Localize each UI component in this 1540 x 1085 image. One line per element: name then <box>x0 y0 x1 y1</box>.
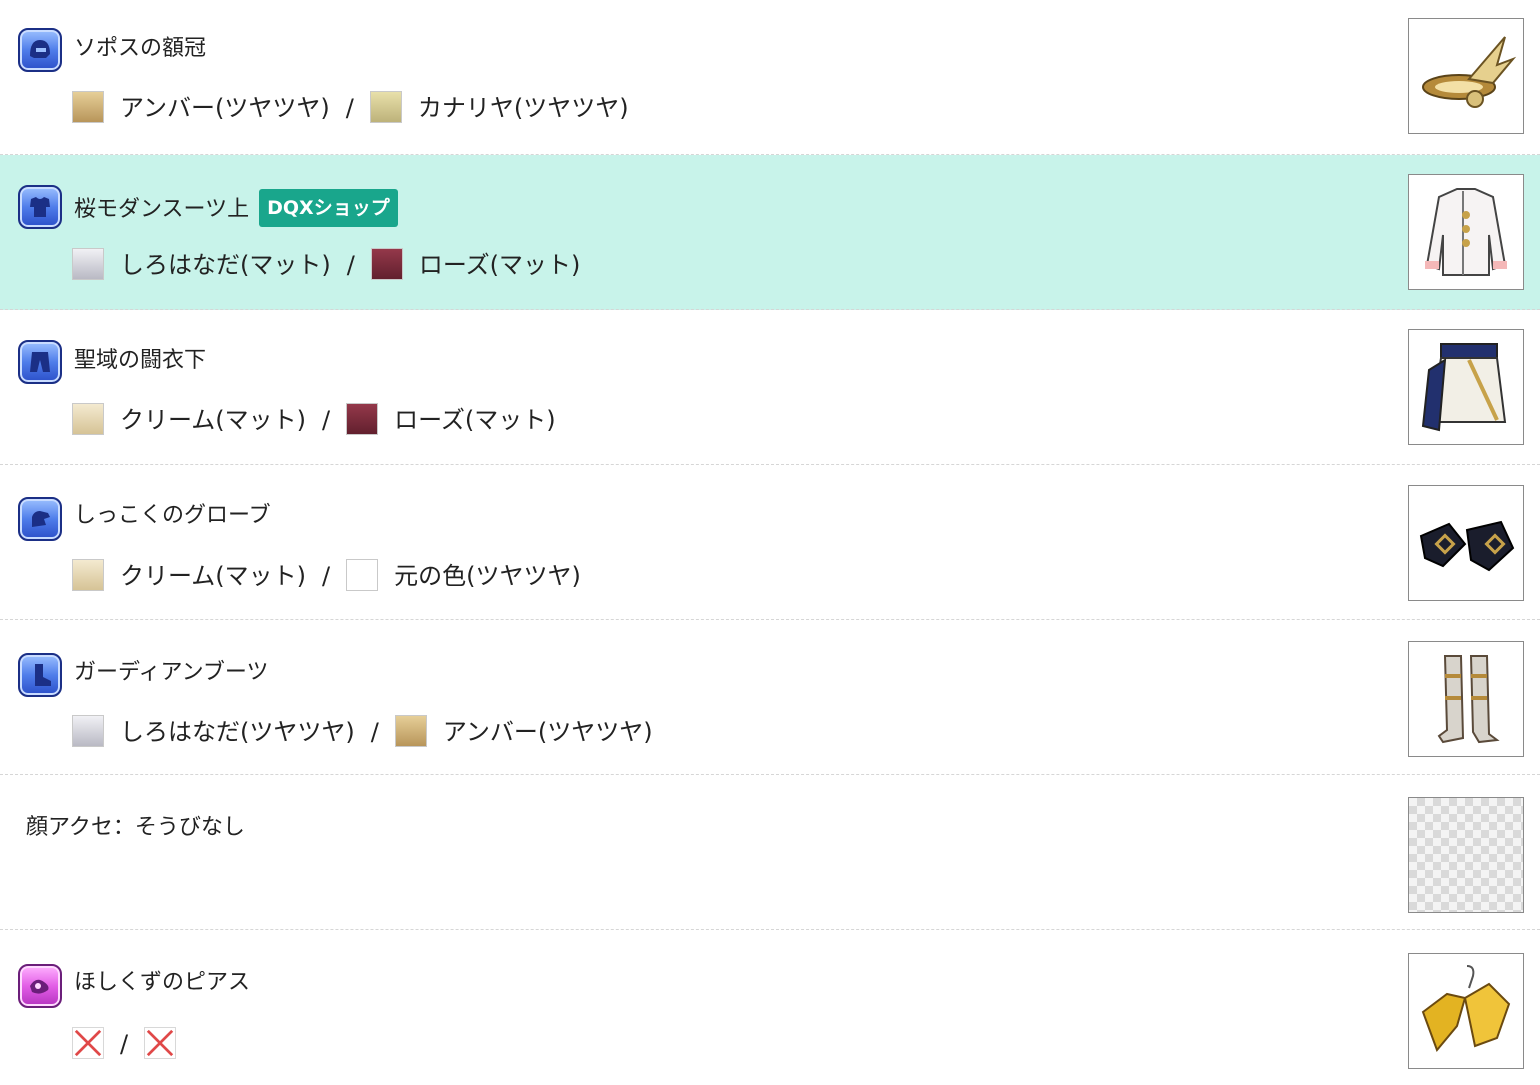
shop-badge[interactable]: DQXショップ <box>259 189 398 227</box>
item-name: 聖域の闘衣下 <box>74 348 207 373</box>
item-name-line: 桜モダンスーツ上 DQXショップ <box>74 189 398 229</box>
pants-icon <box>18 340 62 384</box>
color-line: アンバー(ツヤツヤ) / カナリヤ(ツヤツヤ) <box>72 91 629 125</box>
color-swatch-1 <box>72 403 104 435</box>
equipment-row-body-top: 桜モダンスーツ上 DQXショップ しろはなだ(マット) / ローズ(マット) <box>0 155 1540 310</box>
equipment-row-legs: ガーディアンブーツ しろはなだ(ツヤツヤ) / アンバー(ツヤツヤ) <box>0 620 1540 775</box>
color-swatch-1 <box>72 559 104 591</box>
boot-icon <box>18 653 62 697</box>
color-line: しろはなだ(マット) / ローズ(マット) <box>72 248 580 282</box>
armor-icon <box>18 185 62 229</box>
black-gloves-icon <box>1408 485 1524 601</box>
separator: / <box>322 406 331 434</box>
separator: / <box>370 718 379 746</box>
color-swatch-1 <box>72 715 104 747</box>
equipment-row-accessory: ほしくずのピアス / <box>0 930 1540 1085</box>
helmet-icon <box>18 28 62 72</box>
color-label-1: アンバー(ツヤツヤ) <box>120 94 330 122</box>
separator: / <box>120 1030 129 1058</box>
color-swatch-1 <box>72 91 104 123</box>
color-label-1: クリーム(マット) <box>120 406 307 434</box>
color-swatch-2 <box>346 403 379 435</box>
equipment-row-body-bottom: 聖域の闘衣下 クリーム(マット) / ローズ(マット) <box>0 310 1540 465</box>
color-swatch-2 <box>370 248 403 280</box>
color-line: クリーム(マット) / 元の色(ツヤツヤ) <box>72 559 581 593</box>
winged-circlet-icon <box>1408 18 1524 134</box>
color-swatch-2 <box>369 91 402 123</box>
color-line: / <box>72 1027 177 1061</box>
item-name: ガーディアンブーツ <box>74 660 269 685</box>
color-label-2: ローズ(マット) <box>394 406 556 434</box>
separator: / <box>345 94 354 122</box>
equipment-row-face-accessory: 顔アクセ：そうびなし <box>0 775 1540 930</box>
item-name: しっこくのグローブ <box>74 503 271 528</box>
color-label-2: 元の色(ツヤツヤ) <box>394 562 581 590</box>
color-label-2: ローズ(マット) <box>418 251 581 279</box>
empty-slot-text: 顔アクセ：そうびなし <box>26 815 245 840</box>
color-label-2: カナリヤ(ツヤツヤ) <box>417 94 629 122</box>
separator: / <box>322 562 331 590</box>
empty-slot-checker-icon <box>1408 797 1524 913</box>
item-name: ソポスの額冠 <box>74 36 207 61</box>
no-color-icon <box>72 1027 104 1059</box>
skirt-icon <box>1408 329 1524 445</box>
color-label-1: しろはなだ(マット) <box>120 251 331 279</box>
equipment-row-head: ソポスの額冠 アンバー(ツヤツヤ) / カナリヤ(ツヤツヤ) <box>0 0 1540 155</box>
armored-boots-icon <box>1408 641 1524 757</box>
item-name: ほしくずのピアス <box>74 970 251 995</box>
earring-slot-icon <box>18 964 62 1008</box>
color-line: クリーム(マット) / ローズ(マット) <box>72 403 556 437</box>
star-earrings-icon <box>1408 953 1524 1069</box>
color-label-2: アンバー(ツヤツヤ) <box>442 718 653 746</box>
color-swatch-2 <box>346 559 379 591</box>
color-label-1: しろはなだ(ツヤツヤ) <box>120 718 355 746</box>
color-line: しろはなだ(ツヤツヤ) / アンバー(ツヤツヤ) <box>72 715 653 749</box>
equipment-row-arms: しっこくのグローブ クリーム(マット) / 元の色(ツヤツヤ) <box>0 465 1540 620</box>
no-color-icon <box>144 1027 177 1059</box>
white-suit-jacket-icon <box>1408 174 1524 290</box>
separator: / <box>346 251 355 279</box>
glove-icon <box>18 497 62 541</box>
color-swatch-1 <box>72 248 104 280</box>
item-name: 桜モダンスーツ上 <box>74 197 250 222</box>
color-label-1: クリーム(マット) <box>120 562 307 590</box>
color-swatch-2 <box>394 715 427 747</box>
